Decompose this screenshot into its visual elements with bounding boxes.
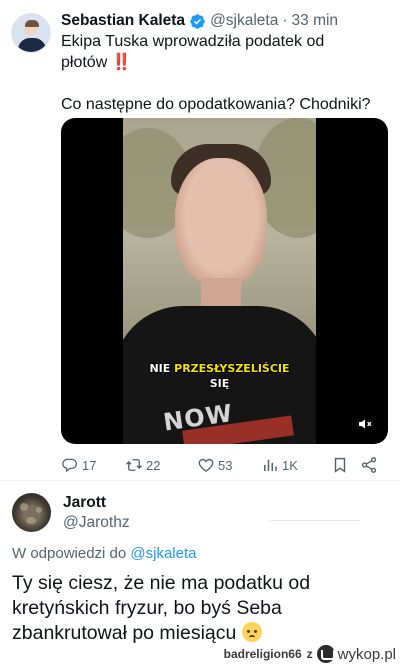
reply-author-handle[interactable]: @Jarothz <box>63 514 130 532</box>
retweet-icon <box>126 459 142 471</box>
retweet-count: 22 <box>146 457 161 473</box>
mute-icon[interactable] <box>357 416 373 432</box>
reply-context: W odpowiedzi do @sjkaleta <box>12 545 197 562</box>
bookmark-icon <box>334 457 346 473</box>
video-caption-line2: SIĘ <box>209 377 230 390</box>
heart-icon <box>198 458 214 472</box>
caption-word-highlight: PRZESŁYSZELIŚCIE <box>174 362 290 375</box>
tweet-text-line: Ekipa Tuska wprowadziła podatek od <box>61 33 325 50</box>
tweet-text-spacer <box>61 73 391 94</box>
like-count: 53 <box>218 457 233 473</box>
watermark-site: wykop.pl <box>337 645 396 663</box>
double-exclamation-icon: ‼️ <box>111 54 132 71</box>
reply-to-label: W odpowiedzi do <box>12 545 127 562</box>
tweet-text-word: płotów <box>61 54 108 71</box>
reply-text-words: zbankrutował po miesiącu <box>12 622 237 644</box>
analytics-icon <box>264 459 277 471</box>
reply-to-mention[interactable]: @sjkaleta <box>130 545 196 562</box>
tweet: Sebastian Kaleta @sjkaleta · 33 min Ekip… <box>0 0 400 480</box>
wykop-logo-icon <box>316 645 335 663</box>
reply-icon <box>62 458 78 473</box>
faded-separator <box>270 520 360 521</box>
reply-text-line: zbankrutował po miesiącu <box>12 621 392 646</box>
video-frame: NOW NIE PRZESŁYSZELIŚCIE SIĘ <box>123 118 316 444</box>
tweet-timestamp[interactable]: 33 min <box>292 12 339 30</box>
retweet-button[interactable]: 22 <box>125 455 160 475</box>
reply-text: Ty się ciesz, że nie ma podatku od krety… <box>12 571 392 646</box>
tweet-actions: 17 22 53 1K <box>61 455 383 475</box>
reply-button[interactable]: 17 <box>61 455 96 475</box>
reply-count: 17 <box>82 457 97 473</box>
tweet-text-line: płotów ‼️ <box>61 52 391 73</box>
watermark-user: badreligion66 <box>223 647 302 661</box>
reply-text-line: kretyńskich fryzur, bo byś Seba <box>12 597 282 619</box>
tweet-header: Sebastian Kaleta @sjkaleta · 33 min <box>61 10 338 32</box>
share-button[interactable] <box>360 455 381 475</box>
verified-badge-icon <box>190 13 205 29</box>
author-handle[interactable]: @sjkaleta <box>210 12 278 30</box>
divider <box>0 480 400 481</box>
share-icon <box>361 457 377 473</box>
watermark-separator: z <box>306 647 313 661</box>
reply-author-name[interactable]: Jarott <box>63 494 106 512</box>
like-button[interactable]: 53 <box>197 455 232 475</box>
video-caption: NIE PRZESŁYSZELIŚCIE <box>123 362 316 376</box>
tweet-text: Ekipa Tuska wprowadziła podatek od płotó… <box>61 31 391 115</box>
tweet-text-line: Co następne do opodatkowania? Chodniki? <box>61 96 371 113</box>
watermark: badreligion66 z wykop.pl <box>224 645 396 663</box>
reply-author-avatar[interactable] <box>12 493 51 532</box>
separator-dot: · <box>282 12 288 29</box>
author-avatar[interactable] <box>11 13 51 53</box>
reply-text-line: Ty się ciesz, że nie ma podatku od <box>12 572 311 594</box>
caption-word: NIE <box>149 362 171 375</box>
bookmark-button[interactable] <box>331 455 352 475</box>
view-count: 1K <box>282 457 298 473</box>
pleading-face-emoji-icon <box>241 622 262 642</box>
author-name[interactable]: Sebastian Kaleta <box>61 12 185 30</box>
video-player[interactable]: NOW NIE PRZESŁYSZELIŚCIE SIĘ <box>61 118 388 444</box>
views-button[interactable]: 1K <box>261 455 298 475</box>
